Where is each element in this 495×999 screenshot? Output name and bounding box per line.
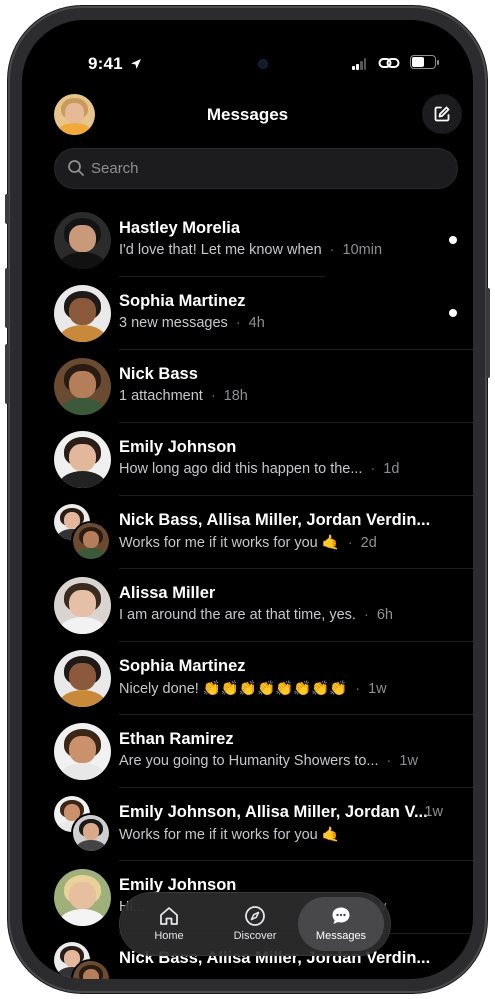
conversation-row[interactable]: Alissa Miller I am around the are at tha… xyxy=(22,569,473,642)
contact-avatar xyxy=(54,285,111,342)
contact-avatar xyxy=(54,212,111,269)
power-button xyxy=(486,288,490,378)
compose-icon xyxy=(434,106,450,122)
contact-name: Emily Johnson xyxy=(119,438,237,456)
message-preview-line: How long ago did this happen to the... · 1… xyxy=(119,461,400,477)
conversation-list[interactable]: Hastley Morelia I'd love that! Let me kn… xyxy=(22,204,473,979)
contact-name: Hastley Morelia xyxy=(119,219,241,237)
contact-avatar xyxy=(54,431,111,488)
personal-hotspot-icon xyxy=(378,58,400,68)
contact-name: Sophia Martinez xyxy=(119,292,246,310)
contact-name: Nick Bass, Allisa Miller, Jordan Verdin.… xyxy=(119,511,431,529)
search-icon xyxy=(68,160,84,176)
battery-icon xyxy=(410,55,439,69)
search-input[interactable]: Search xyxy=(91,160,139,177)
message-preview: Are you going to Humanity Showers to... xyxy=(119,753,379,769)
tab-home[interactable]: Home xyxy=(126,897,212,951)
group-avatar xyxy=(52,502,111,561)
group-avatar xyxy=(52,940,111,979)
conversation-row[interactable]: Nick Bass 1 attachment · 18h xyxy=(22,350,473,423)
message-preview-line: 1 attachment · 18h xyxy=(119,388,248,404)
screen: 9:41 Messages Search Hastley Morelia I'd… xyxy=(22,20,473,979)
volume-up-button xyxy=(5,268,9,328)
contact-avatar xyxy=(54,723,111,780)
volume-down-button xyxy=(5,344,9,404)
page-title: Messages xyxy=(206,105,289,124)
message-time: 4h xyxy=(248,315,265,331)
message-preview-line: Works for me if it works for you 🤙 · 2d xyxy=(119,535,377,551)
contact-name: Alissa Miller xyxy=(119,584,216,602)
status-time: 9:41 xyxy=(88,54,123,73)
compass-icon xyxy=(245,906,265,926)
contact-avatar xyxy=(54,577,111,634)
message-preview-line: 3 new messages · 4h xyxy=(119,315,265,331)
search-bar[interactable]: Search xyxy=(54,148,458,189)
conversation-row[interactable]: Sophia Martinez Nicely done! 👏👏👏👏👏👏👏👏 · 1w xyxy=(22,642,473,715)
action-button xyxy=(5,194,9,224)
contact-avatar xyxy=(54,358,111,415)
message-preview: 1 attachment xyxy=(119,388,203,404)
group-avatar xyxy=(52,794,111,853)
message-time: 1w xyxy=(368,681,387,697)
tab-label: Discover xyxy=(233,930,277,942)
message-preview-line: I'd love that! Let me know when · 10min xyxy=(119,242,383,258)
message-preview: Nicely done! 👏👏👏👏👏👏👏👏 xyxy=(119,681,348,697)
contact-avatar xyxy=(54,869,111,926)
unread-dot xyxy=(449,309,457,317)
tab-messages[interactable]: Messages xyxy=(298,897,384,951)
message-preview: How long ago did this happen to the... xyxy=(119,461,363,477)
cellular-signal-icon xyxy=(352,58,366,70)
message-time: 18h xyxy=(223,388,248,404)
message-preview: I am around the are at that time, yes. xyxy=(119,607,356,623)
conversation-row[interactable]: Hastley Morelia I'd love that! Let me kn… xyxy=(22,204,473,277)
conversation-row[interactable]: Ethan Ramirez Are you going to Humanity … xyxy=(22,715,473,788)
conversation-row[interactable]: Sophia Martinez 3 new messages · 4h xyxy=(22,277,473,350)
contact-name: Sophia Martinez xyxy=(119,657,246,675)
conversation-row[interactable]: Nick Bass, Allisa Miller, Jordan Verdin.… xyxy=(22,496,473,569)
message-time: 1d xyxy=(383,461,400,477)
message-time: 2d xyxy=(360,535,377,551)
conversation-row[interactable]: Emily Johnson How long ago did this happ… xyxy=(22,423,473,496)
tab-bar: Home Discover Messages xyxy=(120,893,390,955)
contact-name: Ethan Ramirez xyxy=(119,730,234,748)
phone-frame: 9:41 Messages Search Hastley Morelia I'd… xyxy=(5,6,490,993)
status-bar: 9:41 xyxy=(22,20,473,82)
dynamic-island xyxy=(182,46,304,82)
message-preview: 3 new messages xyxy=(119,315,228,331)
tab-label: Home xyxy=(154,930,184,942)
message-time: 6h xyxy=(376,607,393,623)
contact-name: Nick Bass xyxy=(119,365,198,383)
tab-label: Messages xyxy=(315,930,367,942)
tab-discover[interactable]: Discover xyxy=(212,897,298,951)
camera-icon xyxy=(258,59,268,69)
message-time: 10min xyxy=(342,242,383,258)
location-arrow-icon xyxy=(131,59,141,69)
contact-name: Emily Johnson, Allisa Miller, Jordan V..… xyxy=(119,803,428,821)
message-preview: Works for me if it works for you 🤙 xyxy=(119,535,340,551)
message-preview: Works for me if it works for you 🤙 xyxy=(119,827,340,843)
message-preview-line: Are you going to Humanity Showers to... ·… xyxy=(119,753,418,769)
message-preview-line: I am around the are at that time, yes. · 6… xyxy=(119,607,393,623)
unread-dot xyxy=(449,236,457,244)
message-time: 1w xyxy=(424,804,443,820)
chat-bubble-icon xyxy=(332,907,350,924)
message-preview-line: Nicely done! 👏👏👏👏👏👏👏👏 · 1w xyxy=(119,681,387,697)
home-icon xyxy=(160,907,178,925)
message-preview: I'd love that! Let me know when xyxy=(119,242,322,258)
message-time: 1w xyxy=(399,753,418,769)
conversation-row[interactable]: Emily Johnson, Allisa Miller, Jordan V..… xyxy=(22,788,473,861)
compose-button[interactable] xyxy=(422,94,462,134)
contact-avatar xyxy=(54,650,111,707)
